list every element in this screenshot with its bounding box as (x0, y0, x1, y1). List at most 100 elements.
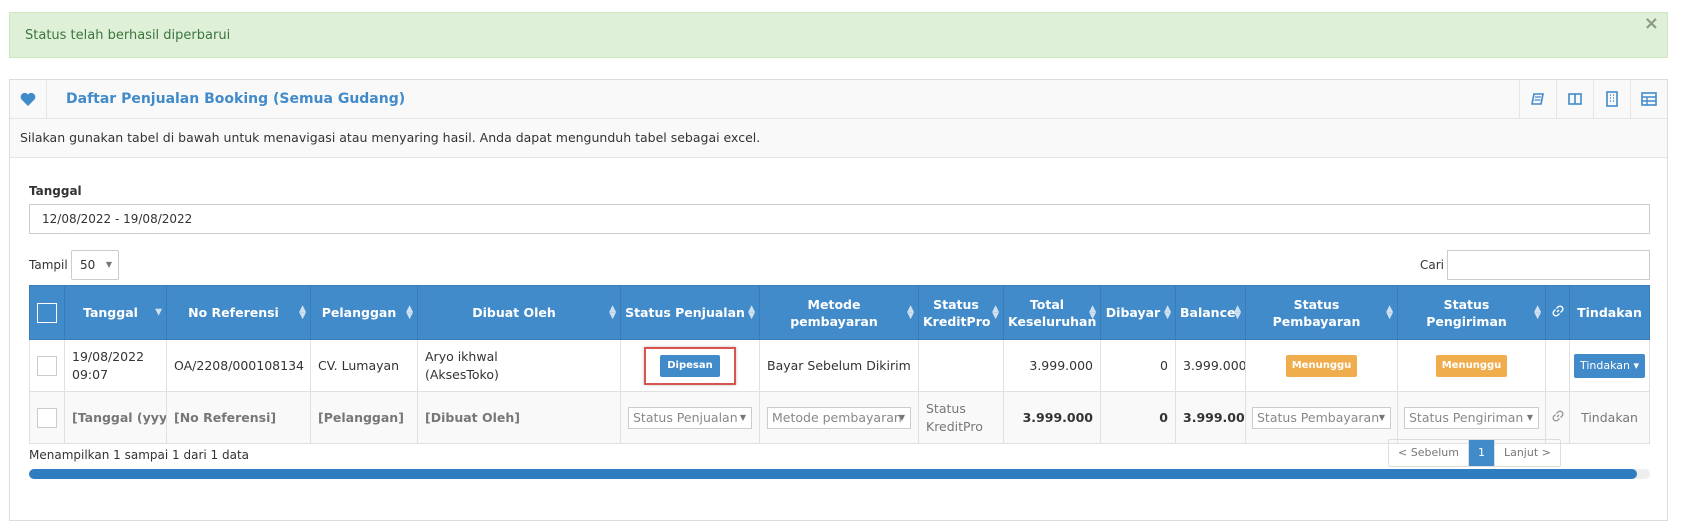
search-label: Cari (1420, 258, 1444, 272)
filter-payment-status-select[interactable]: Status Pembayaran ▼ (1252, 406, 1391, 429)
page-size-select[interactable]: 50 ▼ (71, 250, 119, 280)
filter-reference[interactable]: [No Referensi] (166, 391, 311, 444)
status-badge[interactable]: Dipesan (660, 354, 720, 377)
columns-icon[interactable] (1556, 80, 1593, 118)
list-icon[interactable] (1630, 80, 1667, 118)
filter-kreditpro[interactable]: Status KreditPro (918, 391, 1004, 444)
box-header: Daftar Penjualan Booking (Semua Gudang) (10, 80, 1667, 119)
heart-icon (10, 80, 47, 118)
filter-action: Tindakan (1569, 391, 1650, 444)
cell-sale-status: Dipesan (620, 339, 760, 392)
next-page-button[interactable]: Lanjut > (1493, 440, 1560, 466)
cell-date: 19/08/2022 09:07 (64, 339, 167, 392)
show-label: Tampil (29, 258, 68, 272)
col-tindakan: Tindakan (1569, 285, 1650, 340)
cell-payment-status: Menunggu (1245, 339, 1398, 392)
intro-text: Silakan gunakan tabel di bawah untuk men… (10, 119, 1667, 158)
filter-delivery-status-select[interactable]: Status Pengiriman ▼ (1404, 406, 1539, 429)
cell-customer: CV. Lumayan (310, 339, 418, 392)
payment-status-badge: Menunggu (1285, 354, 1358, 377)
col-metode-pembayaran[interactable]: Metode pembayaran ▲ ▼ (759, 285, 919, 340)
sort-icon: ▲ ▼ (907, 303, 914, 321)
col-status-kreditpro[interactable]: Status KreditPro ▲ ▼ (918, 285, 1004, 340)
sort-icon: ▲ ▼ (992, 303, 999, 321)
sort-icon: ▲ ▼ (748, 303, 755, 321)
caret-down-icon: ▼ (1378, 412, 1385, 422)
col-no-referensi[interactable]: No Referensi ▲ ▼ (166, 285, 311, 340)
cell-balance: 3.999.000 (1175, 339, 1246, 392)
table-info: Menampilkan 1 sampai 1 dari 1 data (29, 448, 250, 462)
filter-grand-total: 3.999.000 (1003, 391, 1101, 444)
alert-message: Status telah berhasil diperbarui (25, 28, 231, 43)
cell-kreditpro (918, 339, 1004, 392)
col-total-keseluruhan[interactable]: Total Keseluruhan ▲ ▼ (1003, 285, 1101, 340)
highlight-box: Dipesan (644, 346, 736, 385)
filter-payment-method-select[interactable]: Metode pembayaran ▼ (767, 406, 911, 429)
scrollbar-thumb[interactable] (29, 469, 1637, 479)
action-dropdown-button[interactable]: Tindakan ▾ (1573, 353, 1646, 378)
filter-row: [Tanggal (yyyy-mm-dd)] [No Referensi] [P… (29, 391, 1650, 444)
close-icon[interactable]: × (1644, 1, 1659, 47)
toolbar (1519, 80, 1667, 118)
col-pelanggan[interactable]: Pelanggan ▲ ▼ (310, 285, 418, 340)
filter-date[interactable]: [Tanggal (yyyy-mm-dd)] (64, 391, 167, 444)
filter-customer[interactable]: [Pelanggan] (310, 391, 418, 444)
cell-delivery-status: Menunggu (1397, 339, 1546, 392)
row-checkbox-cell (29, 339, 65, 392)
page-title: Daftar Penjualan Booking (Semua Gudang) (66, 91, 406, 107)
col-status-pengiriman[interactable]: Status Pengiriman ▲ ▼ (1397, 285, 1546, 340)
sort-down-icon: ▼ (155, 307, 162, 317)
book-icon[interactable] (1519, 80, 1556, 118)
cell-payment-method: Bayar Sebelum Dikirim (759, 339, 919, 392)
cell-paid: 0 (1100, 339, 1176, 392)
cell-link (1545, 339, 1570, 392)
sort-icon: ▲ ▼ (299, 303, 306, 321)
sales-table: Tanggal ▼ No Referensi ▲ ▼ Pelanggan ▲ ▼ Dibu… (29, 285, 1650, 444)
cell-reference: OA/2208/000108134 (166, 339, 311, 392)
caret-down-icon: ▼ (739, 412, 746, 422)
filter-checkbox[interactable] (37, 407, 57, 428)
building-icon[interactable] (1593, 80, 1630, 118)
sort-icon: ▲ ▼ (1386, 303, 1393, 321)
filter-payment-method-cell: Metode pembayaran ▼ (759, 391, 919, 444)
filter-sale-status-select[interactable]: Status Penjualan ▼ (628, 406, 752, 429)
col-balance[interactable]: Balance ▲ ▼ (1175, 285, 1246, 340)
link-icon (1551, 409, 1564, 425)
select-all-checkbox[interactable] (37, 302, 57, 323)
delivery-status-badge: Menunggu (1435, 354, 1508, 377)
col-dibayar[interactable]: Dibayar ▲ ▼ (1100, 285, 1176, 340)
col-status-penjualan[interactable]: Status Penjualan ▲ ▼ (620, 285, 760, 340)
filter-checkbox-cell (29, 391, 65, 444)
search-input[interactable] (1447, 250, 1650, 280)
row-checkbox[interactable] (37, 355, 57, 376)
horizontal-scrollbar[interactable] (29, 469, 1650, 479)
col-link (1545, 285, 1570, 340)
filter-delivery-status-cell: Status Pengiriman ▼ (1397, 391, 1546, 444)
sort-icon: ▲ ▼ (1534, 303, 1541, 321)
filter-payment-status-cell: Status Pembayaran ▼ (1245, 391, 1398, 444)
link-icon (1551, 305, 1564, 320)
sort-icon: ▲ ▼ (609, 303, 616, 321)
header-row: Tanggal ▼ No Referensi ▲ ▼ Pelanggan ▲ ▼ Dibu… (29, 285, 1650, 340)
filter-link-cell (1545, 391, 1570, 444)
table-row[interactable]: 19/08/2022 09:07 OA/2208/000108134 CV. Lu… (29, 339, 1650, 392)
date-range-input[interactable]: 12/08/2022 - 19/08/2022 (29, 204, 1650, 234)
caret-down-icon: ▼ (105, 260, 112, 269)
caret-down-icon: ▼ (898, 412, 905, 422)
success-alert: Status telah berhasil diperbarui × (9, 12, 1668, 58)
col-tanggal[interactable]: Tanggal ▼ (64, 285, 167, 340)
cell-created-by: Aryo ikhwal (AksesToko) (417, 339, 621, 392)
page-1-button[interactable]: 1 (1467, 440, 1494, 466)
pagination: < Sebelum 1 Lanjut > (1388, 439, 1561, 467)
date-label: Tanggal (29, 184, 82, 198)
sort-icon: ▲ ▼ (406, 303, 413, 321)
col-dibuat-oleh[interactable]: Dibuat Oleh ▲ ▼ (417, 285, 621, 340)
prev-page-button[interactable]: < Sebelum (1389, 440, 1468, 466)
filter-created-by[interactable]: [Dibuat Oleh] (417, 391, 621, 444)
page-size-value: 50 (80, 258, 96, 272)
select-all-cell (29, 285, 65, 340)
cell-action: Tindakan ▾ (1569, 339, 1650, 392)
sort-icon: ▲ ▼ (1164, 303, 1171, 321)
sales-box: Daftar Penjualan Booking (Semua Gudang) … (9, 79, 1668, 521)
col-status-pembayaran[interactable]: Status Pembayaran ▲ ▼ (1245, 285, 1398, 340)
